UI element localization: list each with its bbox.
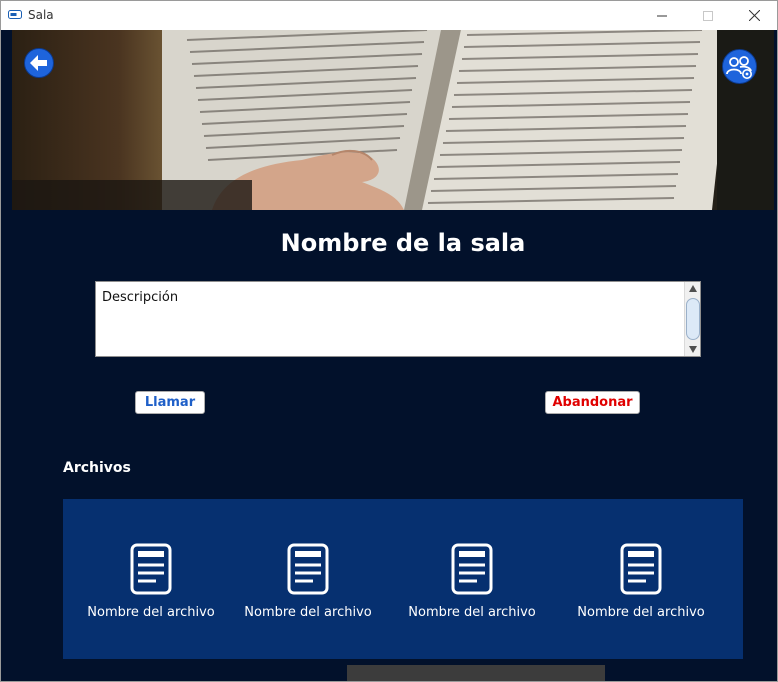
- minimize-icon: [657, 15, 667, 16]
- file-name: Nombre del archivo: [87, 605, 215, 620]
- document-icon: [620, 543, 662, 595]
- app-window: Sala Nombre de la sala Descripción Llama…: [0, 0, 778, 682]
- scroll-up-icon[interactable]: [689, 285, 697, 292]
- document-icon: [287, 543, 329, 595]
- description-textarea[interactable]: Descripción: [95, 281, 701, 357]
- back-button[interactable]: [24, 48, 54, 78]
- file-name: Nombre del archivo: [577, 605, 705, 620]
- room-settings-button[interactable]: [722, 49, 757, 84]
- leave-button[interactable]: Abandonar: [545, 391, 640, 414]
- close-icon: [748, 10, 760, 21]
- file-item[interactable]: Nombre del archivo: [566, 543, 716, 620]
- users-gear-icon: [725, 55, 752, 79]
- description-text: Descripción: [102, 290, 179, 305]
- files-panel: Nombre del archivo Nombre del archivo No…: [63, 499, 743, 659]
- bottom-scroll-bar[interactable]: [347, 665, 605, 681]
- call-button[interactable]: Llamar: [135, 391, 205, 414]
- arrow-left-icon: [30, 55, 47, 71]
- title-bar: Sala: [1, 1, 777, 30]
- file-item[interactable]: Nombre del archivo: [233, 543, 383, 620]
- file-item[interactable]: Nombre del archivo: [397, 543, 547, 620]
- close-button[interactable]: [731, 1, 777, 30]
- document-icon: [130, 543, 172, 595]
- files-heading: Archivos: [63, 460, 131, 476]
- maximize-button[interactable]: [685, 1, 731, 30]
- scroll-down-icon[interactable]: [689, 346, 697, 353]
- maximize-icon: [703, 10, 713, 21]
- app-icon: [8, 10, 22, 19]
- room-name-title: Nombre de la sala: [280, 229, 526, 257]
- file-name: Nombre del archivo: [408, 605, 536, 620]
- file-item[interactable]: Nombre del archivo: [76, 543, 226, 620]
- header-banner-image: [12, 30, 774, 210]
- document-icon: [451, 543, 493, 595]
- description-scrollbar[interactable]: [684, 282, 700, 356]
- window-title: Sala: [28, 8, 54, 22]
- file-name: Nombre del archivo: [244, 605, 372, 620]
- minimize-button[interactable]: [639, 1, 685, 30]
- scroll-thumb[interactable]: [686, 298, 700, 340]
